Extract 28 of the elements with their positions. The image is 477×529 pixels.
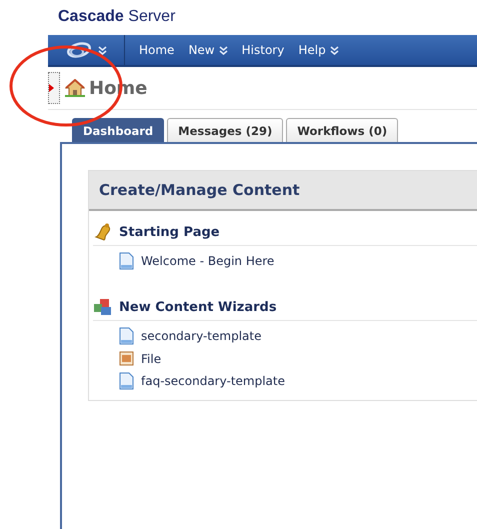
logo-icon[interactable] [66, 41, 92, 59]
menu-item[interactable]: Help [298, 43, 339, 57]
image-file-icon [119, 351, 134, 366]
caret-icon [49, 84, 54, 92]
cubes-icon [93, 298, 113, 316]
content-link[interactable]: secondary-template [119, 327, 262, 345]
bell-icon [93, 223, 113, 241]
menu-item[interactable]: History [242, 43, 284, 57]
section-title: Starting Page [119, 224, 220, 240]
document-icon [119, 327, 134, 345]
section-title: New Content Wizards [119, 300, 277, 314]
tab[interactable]: Workflows (0) [286, 118, 398, 142]
chevron-icon [218, 46, 228, 54]
sidebar-toggle[interactable] [48, 72, 60, 104]
menu-item[interactable]: Home [139, 43, 174, 57]
document-icon [119, 372, 134, 390]
chevron-icon [330, 46, 339, 54]
house-icon [65, 79, 85, 97]
tab[interactable]: Messages (29) [167, 118, 284, 142]
panel-title: Create/Manage Content [89, 171, 477, 211]
chevron-icon [98, 46, 106, 54]
content-link[interactable]: Welcome - Begin Here [119, 252, 274, 270]
content-link[interactable]: faq-secondary-template [119, 372, 285, 390]
menu-item[interactable]: New [188, 43, 228, 57]
content-link[interactable]: File [119, 351, 162, 366]
document-icon [119, 252, 134, 270]
app-logo-text: Cascade Server [58, 8, 176, 26]
tab[interactable]: Dashboard [72, 118, 164, 142]
